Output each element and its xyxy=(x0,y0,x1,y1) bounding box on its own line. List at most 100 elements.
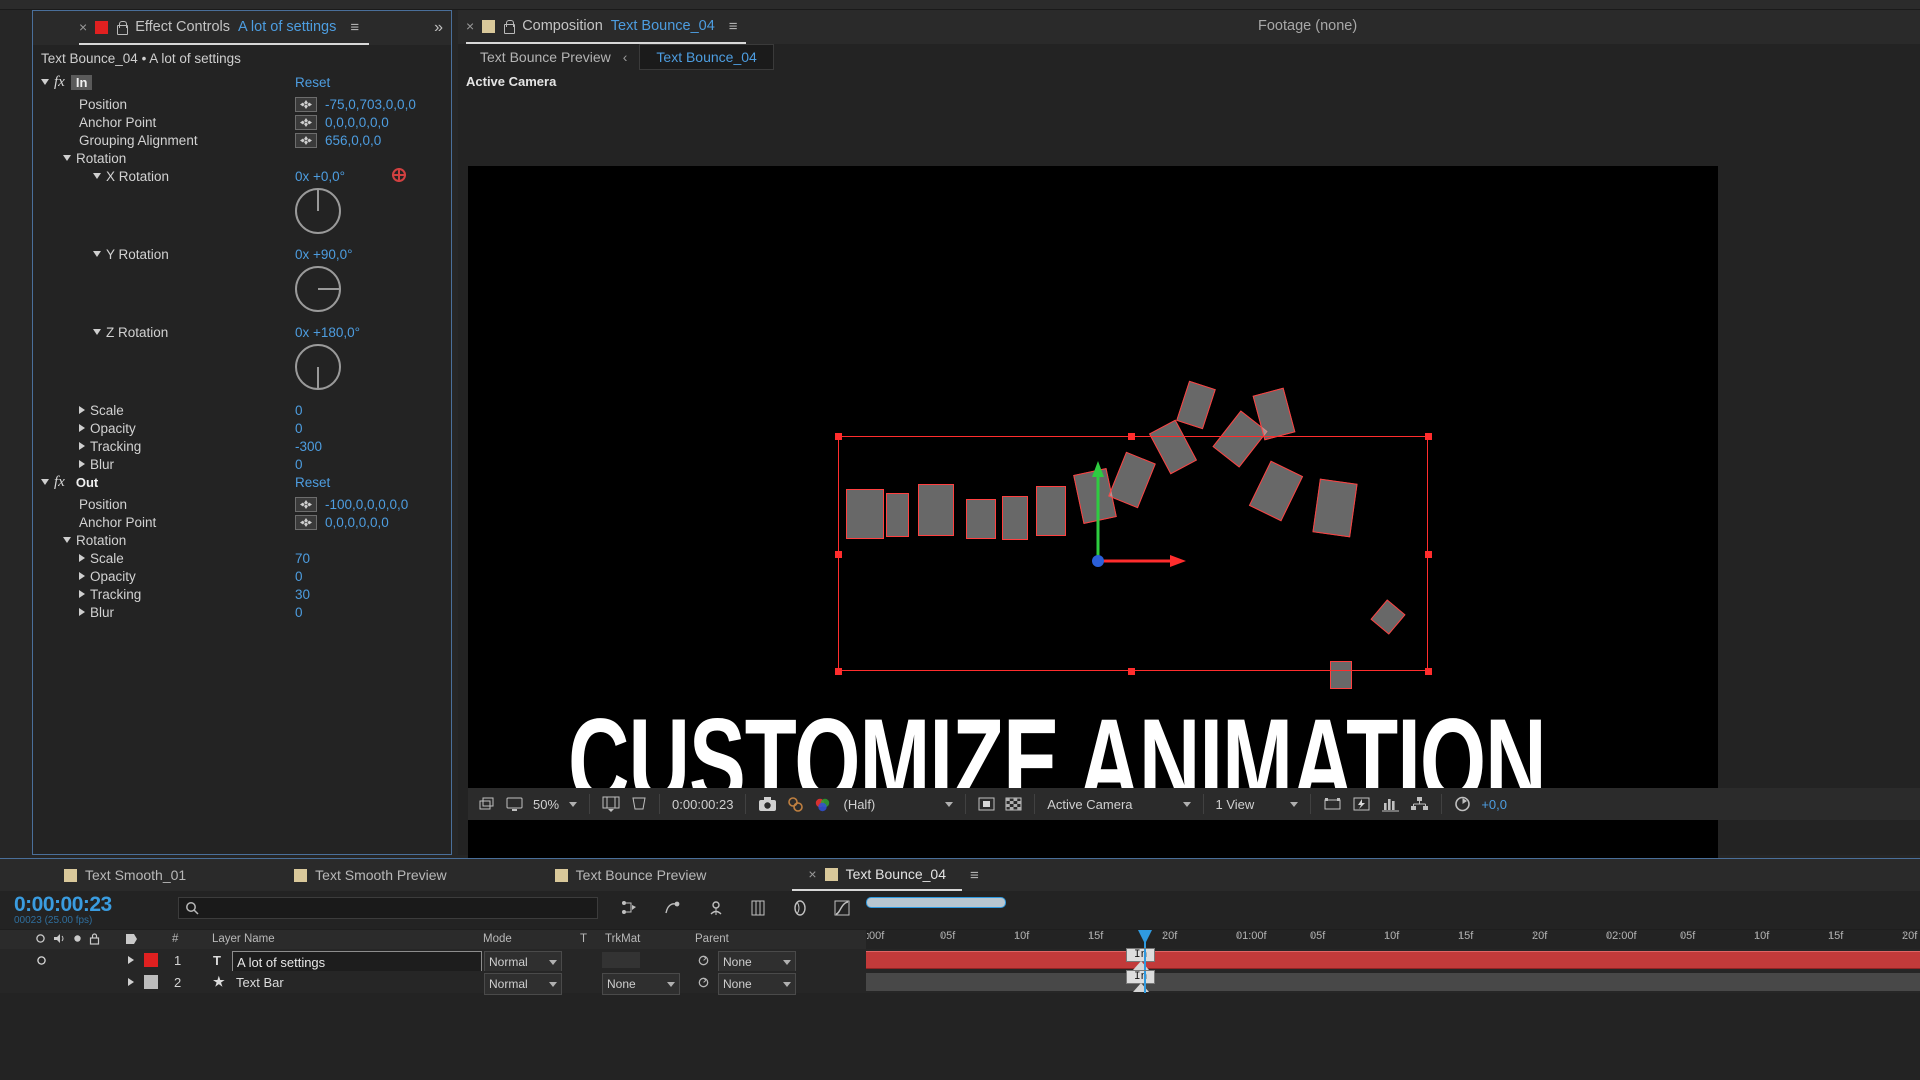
region-of-interest-toggle-icon[interactable] xyxy=(973,796,1000,812)
disclosure-triangle-icon[interactable] xyxy=(93,329,101,335)
always-preview-icon[interactable] xyxy=(501,797,528,812)
eye-icon[interactable] xyxy=(35,933,46,947)
graph-editor-icon[interactable] xyxy=(832,899,852,919)
tab-composition[interactable]: × Composition Text Bounce_04 ≡ xyxy=(466,10,746,44)
property-value[interactable]: 0 xyxy=(295,605,303,620)
property-value[interactable]: 0 xyxy=(295,457,303,472)
property-blur[interactable]: Blur 0 xyxy=(33,601,451,623)
layer-visibility-toggle[interactable] xyxy=(36,949,47,971)
property-y-rotation[interactable]: Y Rotation 0x +90,0° xyxy=(33,243,451,265)
composition-mini-flowchart-icon[interactable] xyxy=(620,899,640,919)
selection-handle[interactable] xyxy=(1425,668,1432,675)
ruler-origin-marker[interactable] xyxy=(392,168,406,182)
region-of-interest-icon[interactable] xyxy=(625,796,652,812)
tab-footage[interactable]: Footage (none) xyxy=(1258,18,1357,34)
grid-guides-icon[interactable] xyxy=(597,796,625,812)
disclosure-triangle-icon[interactable] xyxy=(79,406,85,414)
property-value[interactable]: 656,0,0,0 xyxy=(325,133,381,148)
disclosure-triangle-icon[interactable] xyxy=(128,956,134,964)
property-value[interactable]: 0 xyxy=(295,403,303,418)
playhead-handle[interactable] xyxy=(1138,930,1152,944)
layer-in-marker[interactable]: In xyxy=(1126,948,1156,970)
timeline-tab-text-bounce_04[interactable]: × Text Bounce_04 xyxy=(792,859,962,891)
axis-gizmo[interactable] xyxy=(1028,451,1188,581)
panel-menu-icon[interactable]: ≡ xyxy=(350,19,359,36)
property-value[interactable]: 0x +0,0° xyxy=(295,169,345,184)
reset-link[interactable]: Reset xyxy=(295,75,330,90)
lock-icon[interactable] xyxy=(116,20,129,35)
property-value[interactable]: 30 xyxy=(295,587,310,602)
reset-link[interactable]: Reset xyxy=(295,475,330,490)
col-index[interactable]: # xyxy=(172,933,178,945)
lock-icon[interactable] xyxy=(503,19,516,34)
effect-group-in[interactable]: fx In Reset xyxy=(33,71,451,93)
layer-name-field[interactable]: A lot of settings xyxy=(232,951,482,973)
search-field[interactable] xyxy=(203,901,583,915)
disclosure-triangle-icon[interactable] xyxy=(79,424,85,432)
col-mode[interactable]: Mode xyxy=(483,933,512,945)
work-area-scrollbar[interactable] xyxy=(866,897,1006,908)
layer-in-marker[interactable]: In xyxy=(1126,970,1156,992)
chevron-left-icon[interactable]: ‹ xyxy=(623,49,628,65)
xy-separate-icon[interactable] xyxy=(295,496,317,512)
lock-icon[interactable] xyxy=(89,933,100,948)
label-icon[interactable] xyxy=(125,933,138,948)
solo-icon[interactable] xyxy=(72,933,83,947)
composition-flowchart-icon[interactable] xyxy=(1405,796,1434,812)
motion-blur-icon[interactable] xyxy=(790,899,810,919)
property-value[interactable]: 0x +90,0° xyxy=(295,247,353,262)
playhead-track[interactable] xyxy=(1144,971,1146,993)
xy-separate-icon[interactable] xyxy=(295,114,317,130)
search-input[interactable] xyxy=(178,897,598,919)
toggle-transparency-grid-icon[interactable] xyxy=(1000,796,1027,812)
frame-blending-icon[interactable] xyxy=(748,899,768,919)
col-layer-name[interactable]: Layer Name xyxy=(212,933,275,945)
disclosure-triangle-icon[interactable] xyxy=(79,590,85,598)
show-snapshot-icon[interactable] xyxy=(782,796,809,812)
xy-separate-icon[interactable] xyxy=(295,96,317,112)
pixel-aspect-correction-icon[interactable] xyxy=(1318,796,1347,812)
disclosure-triangle-icon[interactable] xyxy=(63,155,71,161)
selection-handle[interactable] xyxy=(835,551,842,558)
expand-panels-icon[interactable]: » xyxy=(434,19,443,37)
parent-pickwhip-icon[interactable] xyxy=(697,949,710,971)
close-icon[interactable]: × xyxy=(466,18,474,34)
layer-trkmat-select[interactable]: None xyxy=(602,973,680,995)
view-layout-select[interactable]: 1 View xyxy=(1211,797,1260,812)
resolution-dropdown-chevron[interactable] xyxy=(940,801,958,807)
timeline-tab-text-smooth_01[interactable]: Text Smooth_01 xyxy=(48,859,202,891)
layer-parent-select[interactable]: None xyxy=(718,951,796,973)
close-icon[interactable]: × xyxy=(808,866,816,882)
disclosure-triangle-icon[interactable] xyxy=(79,442,85,450)
layer-parent-select[interactable]: None xyxy=(718,973,796,995)
layer-name[interactable]: Text Bar xyxy=(236,971,284,993)
layer-mode-select[interactable]: Normal xyxy=(484,973,562,995)
fast-previews-icon[interactable] xyxy=(1347,796,1376,812)
property-value[interactable]: 0 xyxy=(295,569,303,584)
camera-view-select[interactable]: Active Camera xyxy=(1042,797,1137,812)
property-value[interactable]: -300 xyxy=(295,439,322,454)
viewer-timecode[interactable]: 0:00:00:23 xyxy=(667,797,738,812)
disclosure-triangle-icon[interactable] xyxy=(79,608,85,616)
tab-effect-controls[interactable]: × Effect Controls A lot of settings ≡ xyxy=(79,11,370,45)
breadcrumb-active[interactable]: Text Bounce_04 xyxy=(639,44,774,70)
property-x-rotation[interactable]: X Rotation 0x +0,0° xyxy=(33,165,451,187)
timeline-layer-row[interactable]: 1 T A lot of settings Normal None In xyxy=(0,948,1920,973)
hide-shy-layers-icon[interactable] xyxy=(706,899,726,919)
disclosure-triangle-icon[interactable] xyxy=(79,554,85,562)
close-icon[interactable]: × xyxy=(79,19,87,35)
timeline-tab-text-bounce-preview[interactable]: Text Bounce Preview xyxy=(539,859,723,891)
effect-group-out[interactable]: fx Out Reset xyxy=(33,471,451,493)
layer-trkmat-empty[interactable] xyxy=(602,952,640,968)
property-value[interactable]: 70 xyxy=(295,551,310,566)
property-value[interactable]: 0,0,0,0,0,0 xyxy=(325,115,389,130)
zoom-dropdown-chevron[interactable] xyxy=(564,801,582,807)
layer-track[interactable]: In xyxy=(866,948,1920,971)
camera-dropdown-chevron[interactable] xyxy=(1178,801,1196,807)
composition-canvas[interactable]: CUSTOMIZE ANIMATION xyxy=(468,166,1718,872)
selection-handle[interactable] xyxy=(835,433,842,440)
layer-duration-bar[interactable] xyxy=(866,973,1920,991)
layer-track[interactable]: In xyxy=(866,970,1920,993)
playhead-track[interactable] xyxy=(1144,949,1146,971)
property-value[interactable]: 0 xyxy=(295,421,303,436)
